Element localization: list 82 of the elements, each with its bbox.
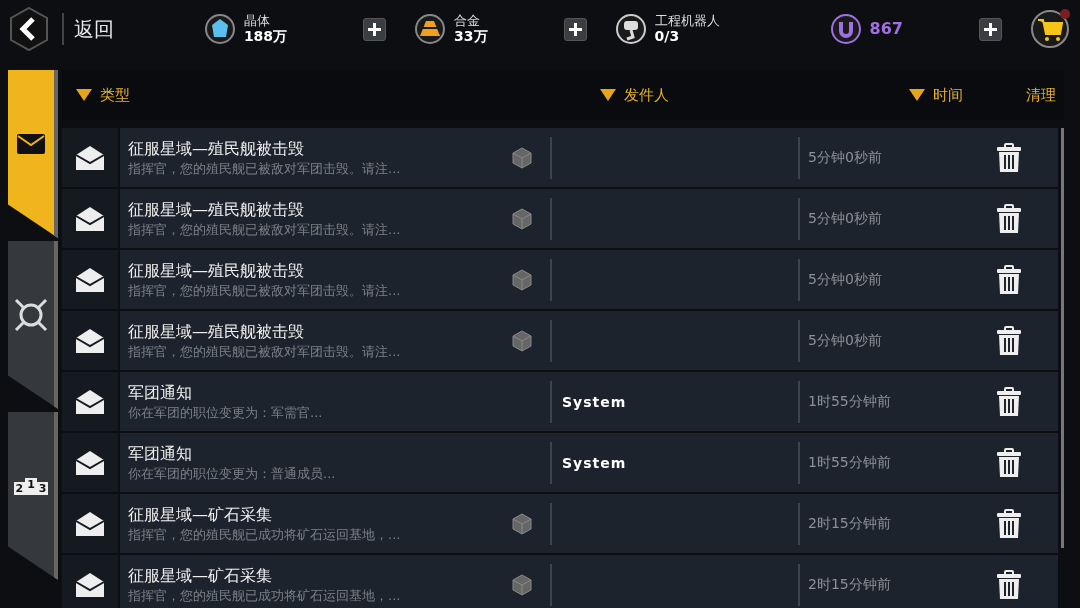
resource-amount: 867 — [869, 18, 903, 40]
sender-name: System — [562, 454, 627, 471]
mail-row[interactable]: 征服星域—矿石采集 指挥官，您的殖民舰已成功将矿石运回基地，... 2时15分钟前 — [120, 494, 1058, 553]
trash-icon[interactable] — [996, 386, 1022, 417]
trash-icon[interactable] — [996, 447, 1022, 478]
mail-time: 5分钟0秒前 — [807, 148, 883, 167]
mail-preview: 你在军团的职位变更为：普通成员... — [128, 464, 337, 483]
open-envelope-icon — [75, 327, 105, 354]
mail-time: 5分钟0秒前 — [807, 331, 883, 350]
mail-time: 5分钟0秒前 — [807, 209, 883, 228]
open-envelope-icon — [75, 571, 105, 598]
mail-title: 征服星域—矿石采集 — [128, 564, 273, 587]
mail-row[interactable]: 征服星域—殖民舰被击毁 指挥官，您的殖民舰已被敌对军团击毁。请注... 5分钟0秒前 — [120, 189, 1058, 248]
resource-amount: 0/3 — [654, 28, 681, 45]
cart-button[interactable] — [1030, 9, 1070, 49]
open-envelope-icon — [75, 144, 105, 171]
plus-icon — [568, 22, 582, 36]
mail-row[interactable]: 军团通知 你在军团的职位变更为：普通成员... System 1时55分钟前 — [120, 433, 1058, 492]
add-button[interactable] — [363, 17, 387, 41]
mail-time: 2时15分钟前 — [807, 514, 892, 533]
open-envelope-icon — [75, 266, 105, 293]
mail-row[interactable]: 征服星域—矿石采集 指挥官，您的殖民舰已成功将矿石运回基地，... 2时15分钟前 — [120, 555, 1058, 608]
scrollbar[interactable] — [1061, 128, 1064, 548]
trash-icon[interactable] — [996, 325, 1022, 356]
open-envelope-icon — [75, 388, 105, 415]
mail-row[interactable]: 军团通知 你在军团的职位变更为：军需官... System 1时55分钟前 — [120, 372, 1058, 431]
back-label[interactable]: 返回 — [74, 14, 114, 44]
mail-preview: 指挥官，您的殖民舰已被敌对军团击毁。请注... — [128, 342, 402, 361]
mail-title: 征服星域—矿石采集 — [128, 503, 273, 526]
mail-time: 1时55分钟前 — [807, 453, 892, 472]
mail-title: 征服星域—殖民舰被击毁 — [128, 137, 305, 160]
resource-name: 晶体 — [243, 13, 271, 28]
mail-row[interactable]: 征服星域—殖民舰被击毁 指挥官，您的殖民舰已被敌对军团击毁。请注... 5分钟0秒前 — [120, 311, 1058, 370]
mail-preview: 指挥官，您的殖民舰已被敌对军团击毁。请注... — [128, 281, 402, 300]
side-tab[interactable] — [8, 70, 58, 238]
mail-title: 征服星域—殖民舰被击毁 — [128, 198, 305, 221]
column-header[interactable]: 时间 — [933, 83, 963, 107]
mail-icon — [16, 133, 46, 155]
sort-triangle-icon[interactable] — [76, 89, 92, 101]
mail-time: 2时15分钟前 — [807, 575, 892, 594]
back-button[interactable] — [8, 6, 50, 52]
crystal-icon — [203, 13, 236, 45]
mail-title: 军团通知 — [128, 381, 193, 404]
trash-icon[interactable] — [996, 264, 1022, 295]
mail-preview: 指挥官，您的殖民舰已被敌对军团击毁。请注... — [128, 220, 402, 239]
open-envelope-icon — [75, 510, 105, 537]
mail-title: 征服星域—殖民舰被击毁 — [128, 320, 305, 343]
sort-triangle-icon[interactable] — [600, 89, 616, 101]
crossed-swords-icon — [13, 297, 49, 333]
side-tab[interactable]: 2 1 3 — [8, 412, 58, 580]
mail-preview: 指挥官，您的殖民舰已被敌对军团击毁。请注... — [128, 159, 402, 178]
add-button[interactable] — [979, 17, 1002, 41]
side-tab[interactable] — [8, 241, 58, 409]
mail-preview: 指挥官，您的殖民舰已成功将矿石运回基地，... — [128, 525, 402, 544]
plus-icon — [984, 22, 997, 36]
open-envelope-icon — [75, 449, 105, 476]
mail-preview: 你在军团的职位变更为：军需官... — [128, 403, 324, 422]
sort-triangle-icon[interactable] — [909, 89, 925, 101]
mail-time: 5分钟0秒前 — [807, 270, 883, 289]
open-envelope-icon — [75, 205, 105, 232]
ingot-icon — [414, 13, 447, 45]
mail-row[interactable]: 征服星域—殖民舰被击毁 指挥官，您的殖民舰已被敌对军团击毁。请注... 5分钟0秒前 — [120, 250, 1058, 309]
mail-title: 军团通知 — [128, 442, 193, 465]
trash-icon[interactable] — [996, 508, 1022, 539]
sender-name: System — [562, 393, 627, 410]
plus-icon — [368, 22, 382, 36]
column-header[interactable]: 发件人 — [624, 83, 669, 107]
mail-time: 1时55分钟前 — [807, 392, 892, 411]
trash-icon[interactable] — [996, 569, 1022, 600]
trash-icon[interactable] — [996, 203, 1022, 234]
resource-name: 合金 — [454, 13, 482, 28]
resource-amount: 188万 — [243, 28, 288, 45]
trash-icon[interactable] — [996, 142, 1022, 173]
resource-amount: 33万 — [454, 28, 488, 45]
mail-title: 征服星域—殖民舰被击毁 — [128, 259, 305, 282]
add-button[interactable] — [563, 17, 587, 41]
clear-button[interactable]: 清理 — [1026, 83, 1056, 107]
resource-name: 工程机器人 — [654, 13, 720, 28]
mail-row[interactable]: 征服星域—殖民舰被击毁 指挥官，您的殖民舰已被敌对军团击毁。请注... 5分钟0秒前 — [120, 128, 1058, 187]
mail-preview: 指挥官，您的殖民舰已成功将矿石运回基地，... — [128, 586, 402, 605]
column-header[interactable]: 类型 — [100, 83, 130, 107]
coin-icon — [829, 13, 862, 45]
